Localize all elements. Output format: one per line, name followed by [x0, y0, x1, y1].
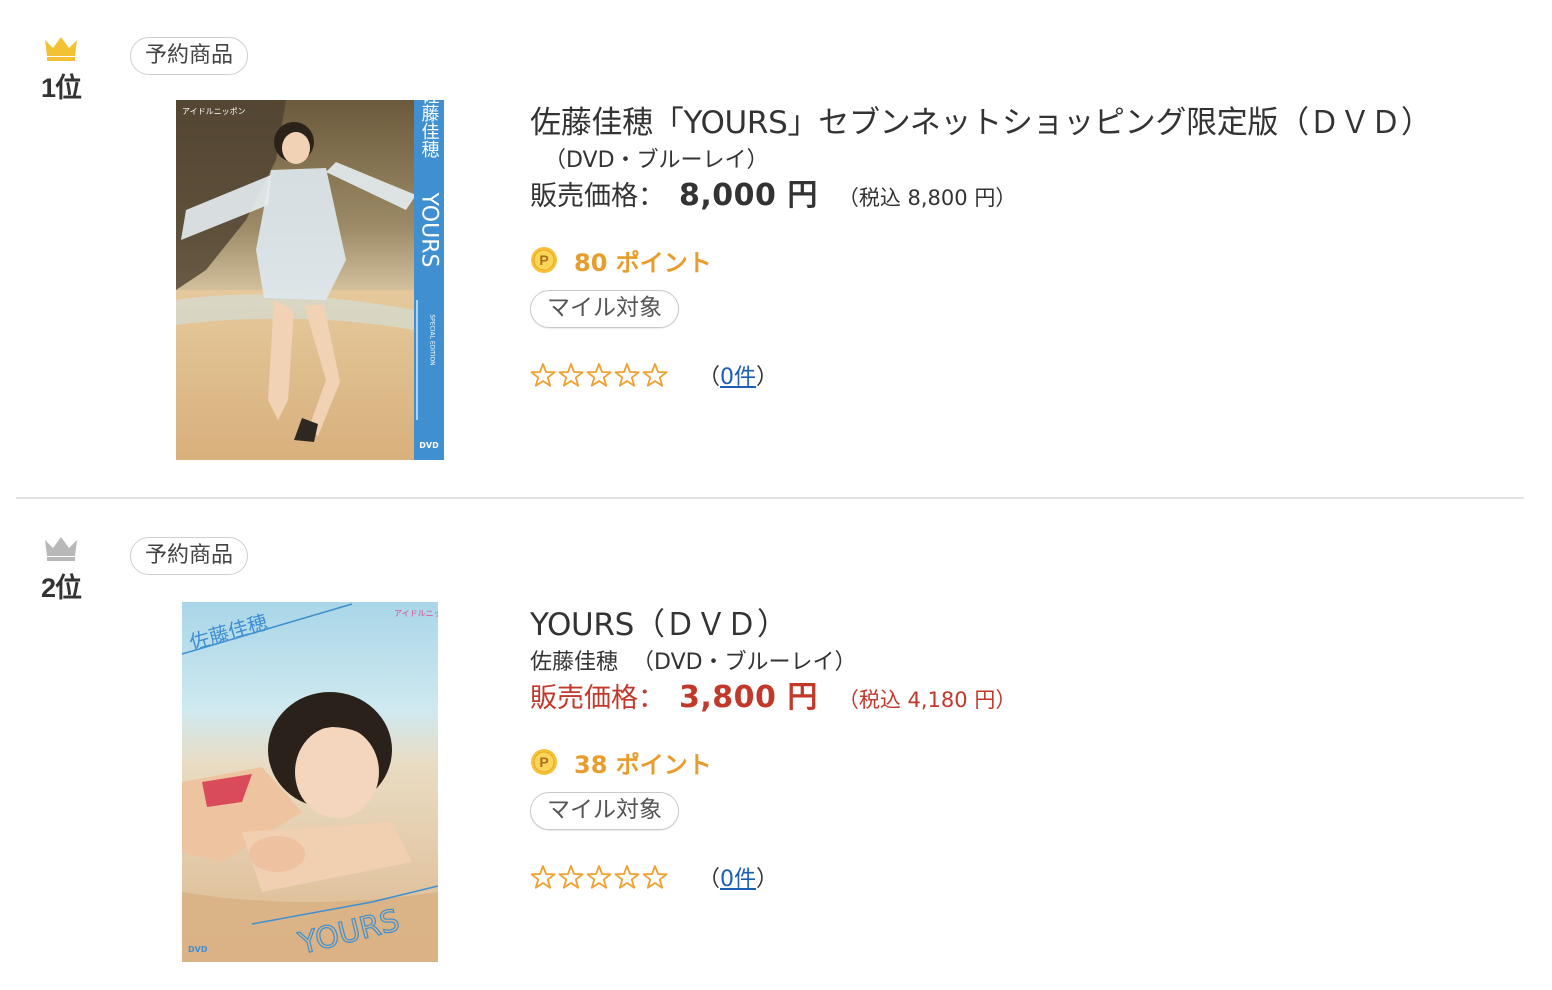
cover-dvd-label: DVD: [188, 945, 208, 954]
review-count-link[interactable]: 0件: [720, 365, 756, 390]
preorder-badge: 予約商品: [130, 537, 249, 575]
mile-eligible-tag: マイル対象: [530, 792, 679, 830]
product-cover-image[interactable]: 佐藤佳穂 YOURS SPECIAL EDITION DVD アイドルニッポン: [176, 100, 444, 460]
product-info: YOURS（ＤＶＤ） 佐藤佳穂 （DVD・ブルーレイ） 販売価格： 3,800 円 （…: [530, 604, 1016, 894]
points-text: 80 ポイント: [574, 248, 712, 277]
author-line: 佐藤佳穂 （DVD・ブルーレイ）: [530, 648, 1016, 678]
cover-dvd-label: DVD: [419, 441, 439, 450]
format: （DVD・ブルーレイ）: [632, 650, 857, 675]
gold-crown-icon: [45, 37, 77, 61]
price-amount: 3,800 円: [679, 680, 818, 715]
review-count: （0件）: [698, 365, 779, 390]
review-count: （0件）: [698, 867, 779, 892]
product-info: 佐藤佳穂「YOURS」セブンネットショッピング限定版（ＤＶＤ） （DVD・ブルー…: [530, 102, 1432, 392]
format: （DVD・ブルーレイ）: [544, 148, 769, 173]
author: 佐藤佳穂: [530, 650, 619, 675]
price-line: 販売価格： 3,800 円 （税込 4,180 円）: [530, 678, 1016, 720]
price-label: 販売価格：: [530, 683, 665, 714]
preorder-badge: 予約商品: [130, 37, 249, 75]
star-empty-icon: [586, 363, 612, 387]
cover-brand-label: アイドルニッポン: [182, 107, 246, 116]
star-empty-icon: [614, 363, 640, 387]
rank-number: 2位: [40, 573, 82, 603]
svg-text:P: P: [539, 252, 548, 268]
star-empty-icon: [642, 865, 668, 889]
points-row: P 80 ポイント: [530, 244, 1432, 277]
star-empty-icon: [530, 865, 556, 889]
product-cover-image[interactable]: 佐藤佳穂 アイドルニッポン YOURS DVD: [182, 602, 438, 962]
star-empty-icon: [586, 865, 612, 889]
item-divider: [16, 497, 1524, 499]
author-line: （DVD・ブルーレイ）: [530, 146, 1432, 176]
mile-eligible-tag: マイル対象: [530, 290, 679, 328]
points-coin-icon: P: [531, 749, 557, 775]
points-text: 38 ポイント: [574, 750, 712, 779]
star-empty-icon: [530, 363, 556, 387]
star-empty-icon: [558, 865, 584, 889]
cover-brand-label: アイドルニッポン: [394, 609, 438, 618]
ranking-item: 2位 予約商品 佐藤佳穂 アイドルニッポン: [0, 500, 1552, 990]
star-rating: [530, 362, 668, 388]
price-tax: （税込 4,180 円）: [837, 688, 1017, 712]
star-rating: [530, 864, 668, 890]
cover-edition-label: SPECIAL EDITION: [429, 314, 436, 365]
price-label: 販売価格：: [530, 181, 665, 212]
rank-indicator: 1位: [30, 34, 92, 105]
points-coin-icon: P: [531, 247, 557, 273]
cover-name-label: 佐藤佳穂: [419, 100, 440, 158]
product-title-link[interactable]: 佐藤佳穂「YOURS」セブンネットショッピング限定版（ＤＶＤ）: [530, 102, 1432, 144]
ranking-list: 1位 予約商品 佐藤佳穂 YOURS SPECIAL EDITION DVD ア…: [0, 0, 1552, 990]
points-row: P 38 ポイント: [530, 746, 1016, 779]
price-tax: （税込 8,800 円）: [837, 186, 1017, 210]
star-empty-icon: [558, 363, 584, 387]
svg-text:P: P: [539, 754, 548, 770]
review-count-link[interactable]: 0件: [720, 867, 756, 892]
star-empty-icon: [614, 865, 640, 889]
ranking-item: 1位 予約商品 佐藤佳穂 YOURS SPECIAL EDITION DVD ア…: [0, 0, 1552, 498]
rating-row: （0件）: [530, 358, 1432, 392]
rating-row: （0件）: [530, 860, 1016, 894]
product-title-link[interactable]: YOURS（ＤＶＤ）: [530, 604, 1016, 646]
price-amount: 8,000 円: [679, 178, 818, 213]
price-line: 販売価格： 8,000 円 （税込 8,800 円）: [530, 176, 1432, 218]
rank-number: 1位: [40, 73, 82, 103]
cover-title-label: YOURS: [417, 192, 442, 268]
star-empty-icon: [642, 363, 668, 387]
silver-crown-icon: [45, 537, 77, 561]
rank-indicator: 2位: [30, 534, 92, 605]
